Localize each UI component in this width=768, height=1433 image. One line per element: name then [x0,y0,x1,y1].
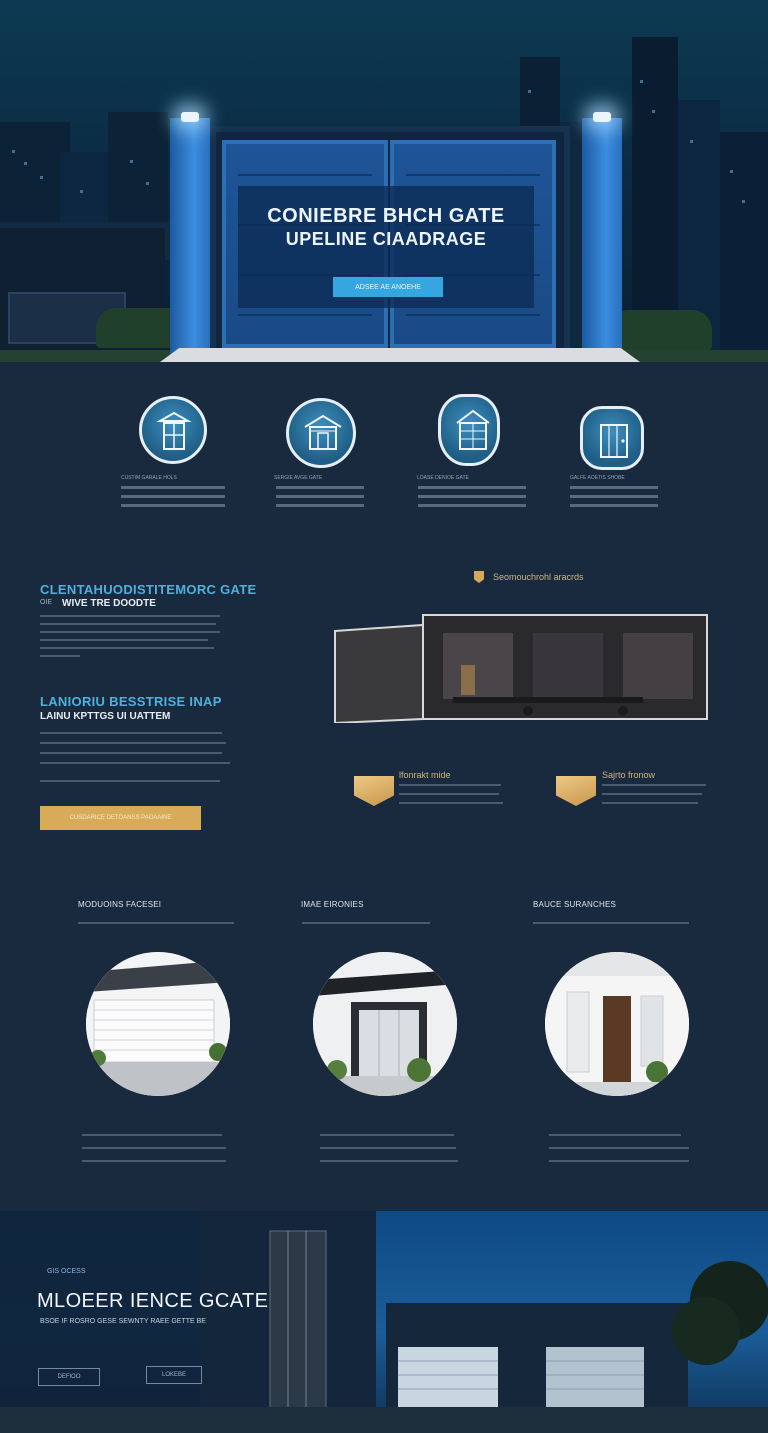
text-line [276,495,364,498]
skyline-building [720,132,768,362]
hero-section: CONIEBRE BHCH GATE UPELINE CIAADRAGE ADS… [0,0,768,362]
classic-door-icon [139,396,207,464]
service-title: IMAE EIRONIES [301,900,364,909]
text-line [121,495,225,498]
about-subheading-prefix: OIE [40,599,53,606]
feature-card[interactable] [139,396,207,464]
text-line [82,1134,222,1136]
text-line [40,639,208,641]
text-line [549,1134,681,1136]
feature-label: LOASE DENIOE GATE [417,475,469,481]
text-line [549,1160,689,1162]
text-line [40,623,216,625]
text-line [121,486,225,489]
text-line [602,793,702,795]
text-line [570,486,658,489]
text-line [418,495,526,498]
modern-door-icon [580,406,644,470]
text-line [40,647,214,649]
about-heading: CLENTAHUODISTITEMORC GATE [40,582,257,597]
text-line [399,793,499,795]
lamp-icon [181,112,199,122]
about-cta-button[interactable]: CUSDARICE DETOANSS PAOAAINE [40,806,201,830]
about-subheading: LAINU KPTTGS UI UATTEM [40,711,171,722]
text-line [40,631,220,633]
text-line [276,486,364,489]
badge-label: Sajrto fronow [602,770,656,780]
service-image-wood-door[interactable] [545,952,689,1096]
text-line [82,1147,226,1149]
hero-title: CONIEBRE BHCH GATE [267,205,505,227]
text-line [399,784,501,786]
porch-house-icon [286,398,356,468]
text-line [418,486,526,489]
feature-card[interactable] [286,398,356,468]
text-line [40,762,230,764]
text-line [533,922,689,924]
about-heading: LANIORIU BESSTRISE INAP [40,694,222,709]
text-line [399,802,503,804]
showcase-label: Seomouchrohl aracrds [493,572,584,582]
footer-button-secondary[interactable]: LOKEBE [146,1366,202,1384]
feature-label: CUSTIM GARALE HOLS [121,475,177,481]
text-line [40,732,222,734]
text-line [549,1147,689,1149]
feature-card[interactable] [438,394,500,466]
text-line [40,655,80,657]
text-line [418,504,526,507]
service-image-white-garage[interactable] [86,952,230,1096]
gold-shield-icon [474,571,484,583]
text-line [602,802,698,804]
text-line [82,1160,226,1162]
feature-card[interactable] [580,406,644,470]
hero-cta-button[interactable]: ADSEE AE ANOEHE [333,277,443,297]
feature-label: SERGIE AVGE GATE [274,475,323,481]
gold-shield-icon [354,776,394,806]
service-title: BAUCE SURANCHES [533,900,617,909]
text-line [40,742,226,744]
showcase-gate-image [334,614,708,723]
text-line [276,504,364,507]
text-line [320,1147,456,1149]
text-line [121,504,225,507]
text-line [40,780,220,782]
footer-button-primary[interactable]: DEFIOO [38,1368,100,1386]
gate-pillar [170,118,210,358]
footer-title: MLOEER IENCE GCATE [37,1290,269,1312]
gold-shield-icon [556,776,596,806]
text-line [78,922,234,924]
bush [608,310,712,350]
features-section [0,362,768,542]
lamp-icon [593,112,611,122]
feature-label: GALFE AOETIS SHOBE [570,475,625,481]
text-line [302,922,430,924]
hero-subtitle: UPELINE CIAADRAGE [285,229,487,249]
badge-label: lfonrakt mide [399,770,451,780]
text-line [40,615,220,617]
service-title: MODUOINS FACESEI [78,900,162,909]
text-line [40,752,222,754]
text-line [320,1160,458,1162]
about-subheading: WIVE TRE DOODTE [62,598,156,609]
driveway [160,348,640,362]
text-line [570,495,658,498]
text-line [602,784,706,786]
text-line [570,504,658,507]
footer-description: BSOE IF ROSRO GESE SEWNTY RAEE GETTE BE [40,1318,206,1325]
gate-pillar [582,118,622,358]
gable-house-icon [438,394,500,466]
footer-kicker: GIS OCESS [47,1268,86,1275]
service-image-modern-entry[interactable] [313,952,457,1096]
text-line [320,1134,454,1136]
